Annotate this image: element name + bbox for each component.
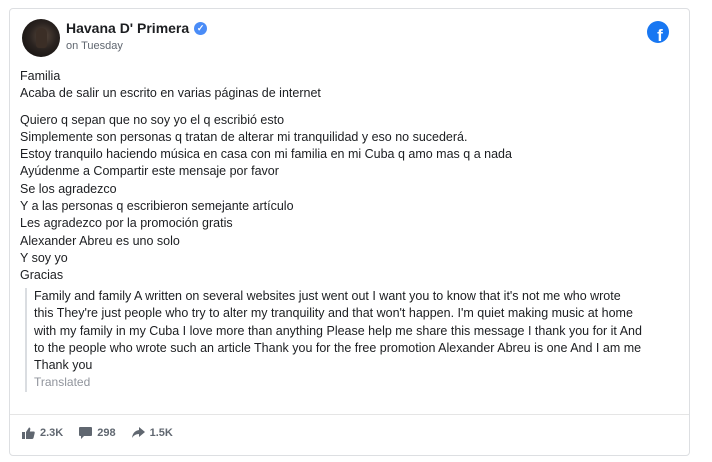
translation-block: Family and family A written on several w…: [25, 288, 684, 392]
post-line: Quiero q sepan que no soy yo el q escrib…: [20, 112, 285, 127]
post-header: Havana D' Primera ✓ on Tuesday f: [22, 19, 677, 63]
post-line: Estoy tranquilo haciendo música en casa …: [20, 147, 512, 162]
translation-line: Thank you: [34, 358, 93, 373]
thumbs-up-icon: [22, 427, 35, 439]
translation-line: this They're just people who try to alte…: [34, 306, 633, 321]
post-line: Ayúdenme a Compartir este mensaje por fa…: [20, 164, 279, 179]
post-line: Y soy yo: [20, 250, 68, 265]
post-line: Alexander Abreu es uno solo: [20, 233, 180, 248]
translation-line: to the people who wrote such an article …: [34, 340, 642, 355]
engagement-stats: 2.3K 298 1.5K: [22, 427, 189, 439]
post-line: Acaba de salir un escrito en varias pági…: [20, 86, 321, 101]
comment-icon: [79, 427, 93, 439]
translation-line: Family and family A written on several w…: [34, 289, 621, 303]
post-line: Les agradezco por la promoción gratis: [20, 216, 233, 231]
shares-stat[interactable]: 1.5K: [131, 427, 173, 439]
post-line: Gracias: [20, 268, 64, 283]
comments-stat[interactable]: 298: [79, 427, 116, 439]
page-name-row: Havana D' Primera ✓: [66, 20, 208, 36]
share-arrow-icon: [131, 427, 145, 438]
post-footer: 2.3K 298 1.5K: [10, 414, 689, 439]
verified-badge-icon: ✓: [194, 21, 208, 35]
likes-stat[interactable]: 2.3K: [22, 427, 63, 439]
post-card: Havana D' Primera ✓ on Tuesday f Familia…: [9, 8, 690, 456]
page-avatar[interactable]: [22, 19, 60, 57]
comments-count: 298: [97, 427, 116, 439]
shares-count: 1.5K: [149, 427, 173, 439]
post-body: Familia Acaba de salir un escrito en var…: [20, 68, 670, 285]
post-timestamp[interactable]: on Tuesday: [66, 40, 123, 52]
likes-count: 2.3K: [40, 427, 64, 439]
page-name[interactable]: Havana D' Primera: [66, 20, 189, 36]
post-line: Simplemente son personas q tratan de alt…: [20, 129, 468, 144]
facebook-icon: f: [647, 21, 669, 43]
translated-label[interactable]: Translated: [34, 374, 684, 391]
post-line: Y a las personas q escribieron semejante…: [20, 199, 294, 214]
post-line: Se los agradezco: [20, 181, 117, 196]
translation-line: with my family in my Cuba I love more th…: [34, 323, 642, 338]
post-line: Familia: [20, 69, 61, 83]
